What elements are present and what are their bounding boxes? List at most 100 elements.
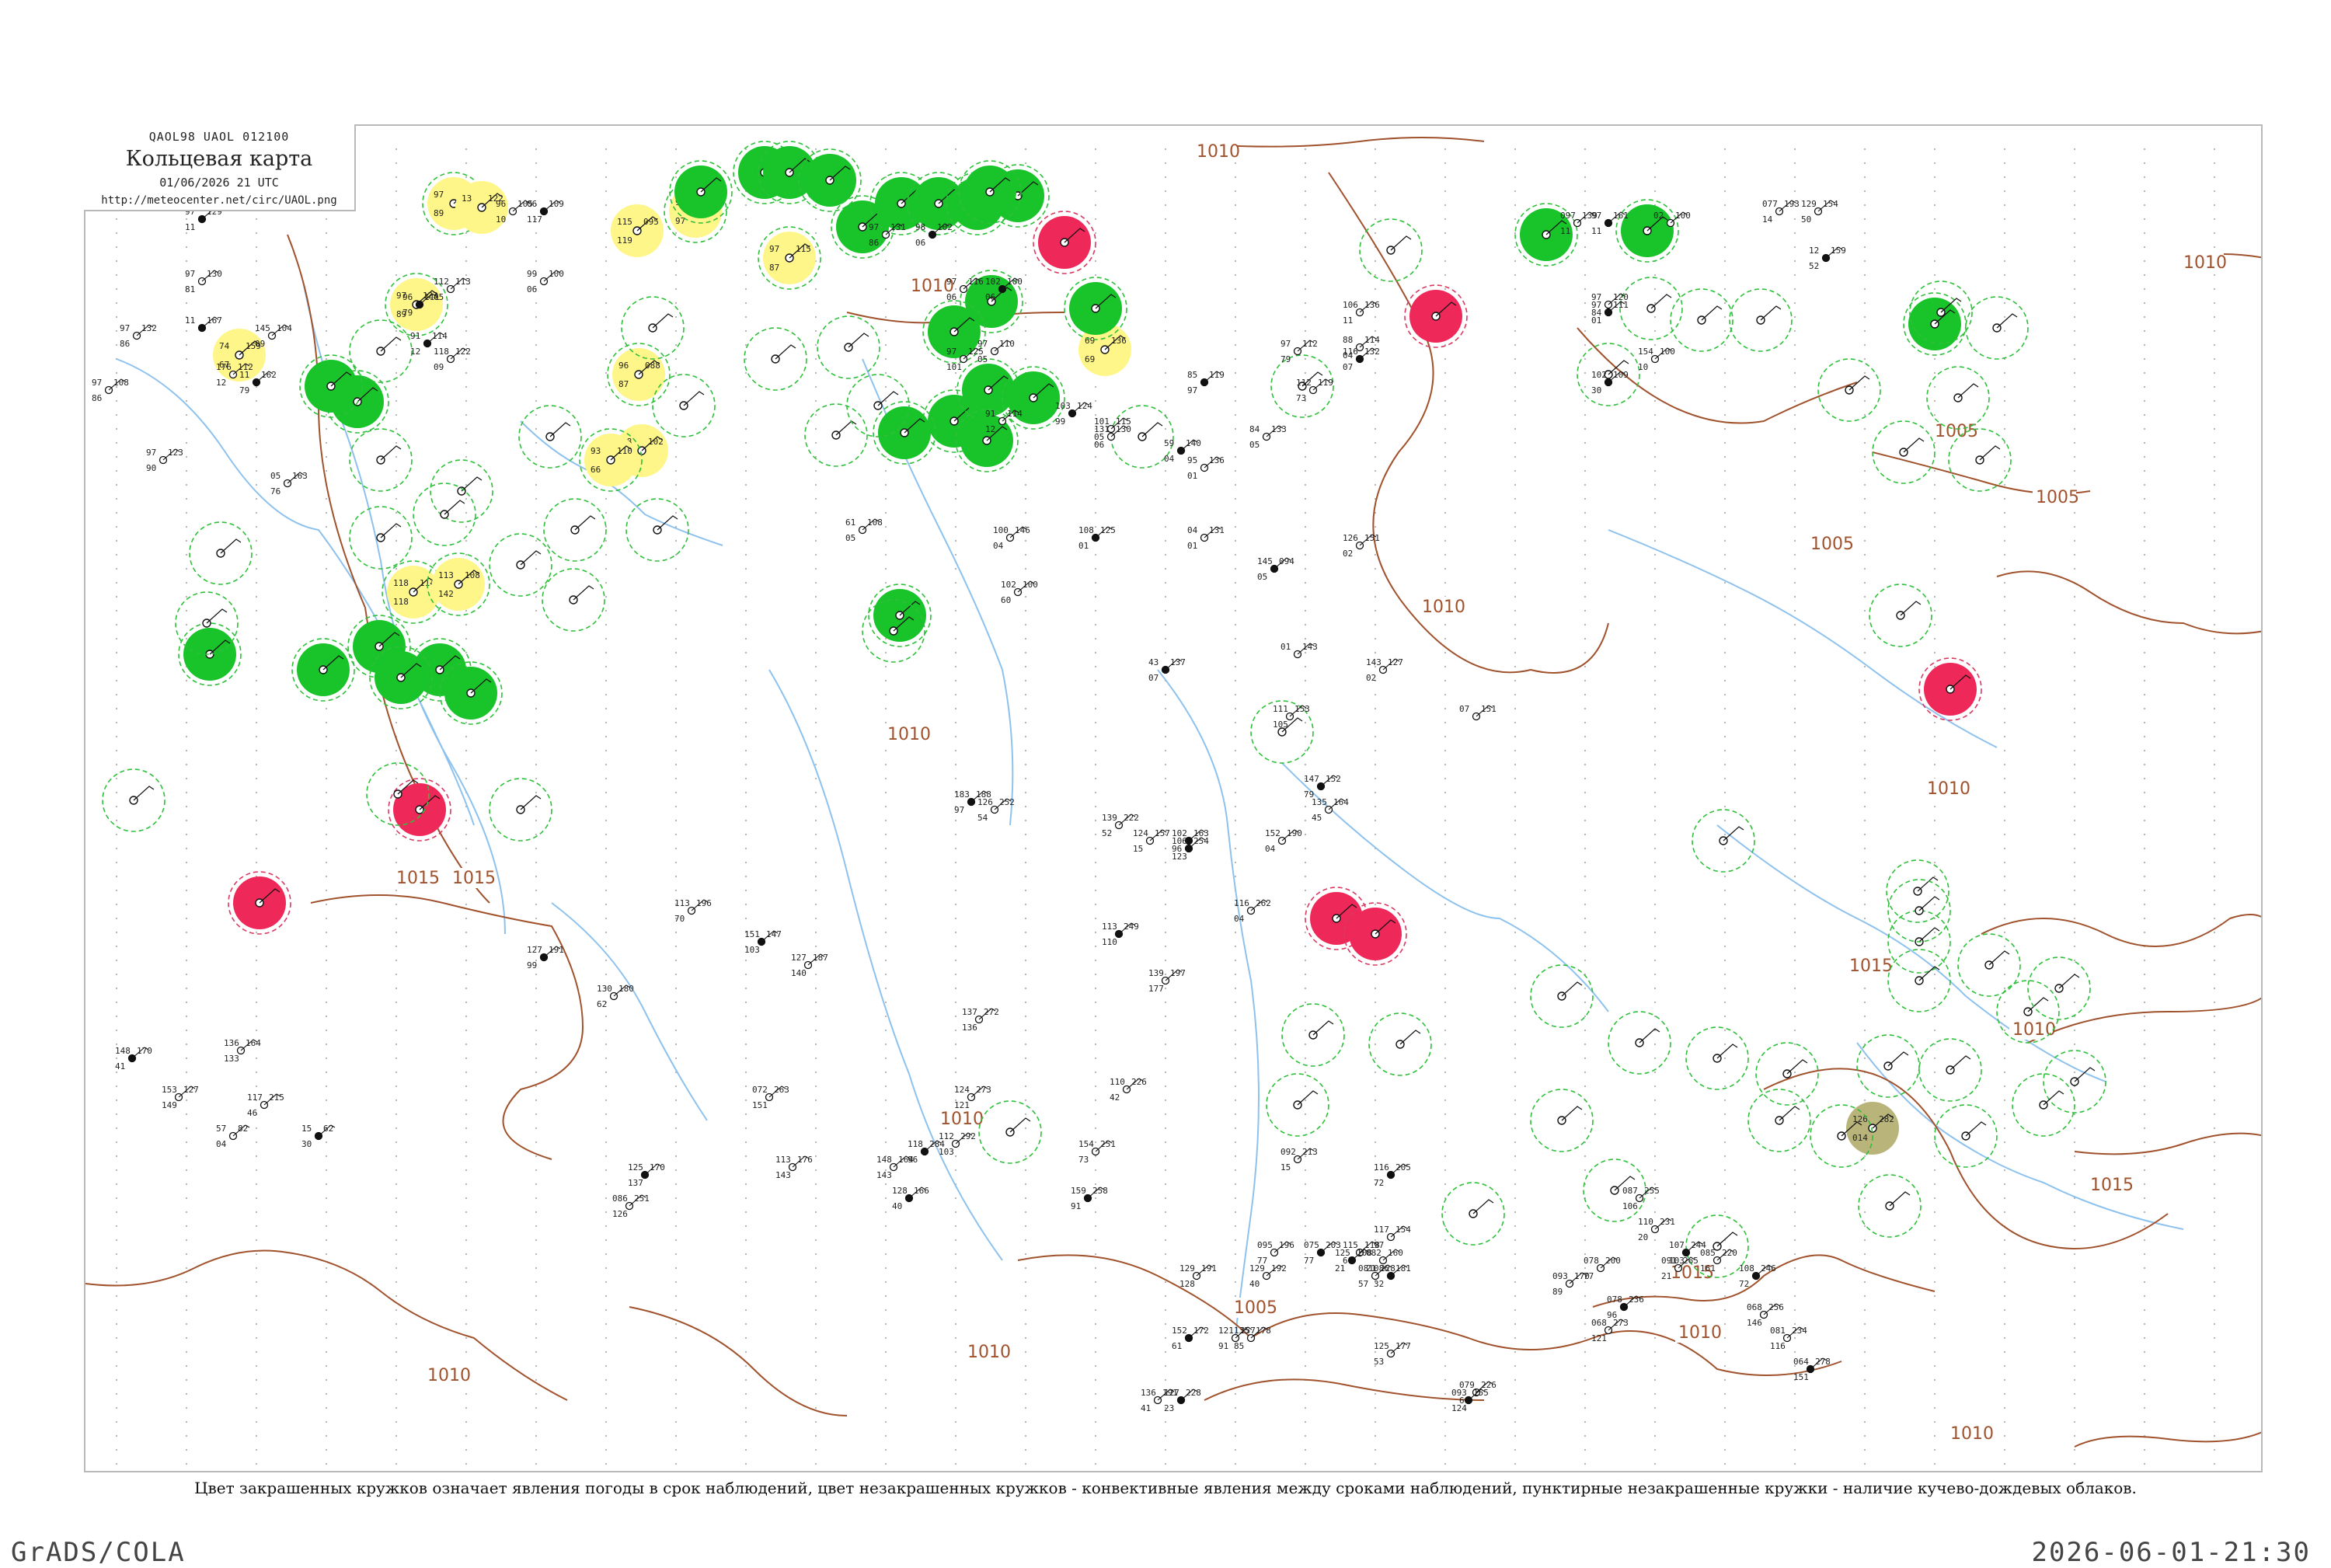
- station-model[interactable]: 249113110: [1102, 922, 1139, 947]
- station-model[interactable]: [1692, 809, 1755, 873]
- station-model[interactable]: 272137136: [962, 1007, 999, 1033]
- station-model[interactable]: [299, 354, 363, 418]
- station-model[interactable]: 18013062: [597, 984, 634, 1009]
- station-model[interactable]: 251086126: [612, 1193, 650, 1219]
- station-model[interactable]: [1856, 1034, 1920, 1098]
- station-model[interactable]: [1858, 1174, 1922, 1238]
- station-model[interactable]: 263072151: [752, 1085, 789, 1110]
- station-model[interactable]: [1918, 657, 1982, 721]
- station-model[interactable]: [978, 1100, 1042, 1164]
- station-model[interactable]: 1310401: [1187, 525, 1225, 551]
- station-model[interactable]: 1630576: [270, 471, 308, 497]
- station-model[interactable]: [873, 401, 936, 465]
- station-model[interactable]: 96 08887: [607, 343, 671, 406]
- station-model[interactable]: [388, 778, 451, 841]
- station-model[interactable]: [489, 533, 552, 597]
- station-model[interactable]: 10906117: [527, 199, 564, 225]
- station-model[interactable]: 20511672: [1374, 1162, 1411, 1188]
- station-model[interactable]: [1926, 366, 1990, 430]
- station-model[interactable]: 1198597: [1187, 370, 1225, 395]
- station-model[interactable]: 25212654: [977, 797, 1015, 823]
- station-model[interactable]: 1009906: [527, 269, 564, 294]
- station-model[interactable]: [1729, 288, 1793, 352]
- station-model[interactable]: [349, 319, 413, 383]
- station-model[interactable]: 1369501: [1187, 455, 1225, 481]
- station-model[interactable]: 164148143: [876, 1155, 914, 1180]
- station-model[interactable]: 1338405: [1249, 424, 1287, 450]
- station-model[interactable]: 10015410: [1638, 347, 1675, 372]
- station-model[interactable]: 16711: [185, 315, 222, 333]
- station-model[interactable]: 21511746: [247, 1092, 284, 1118]
- station-model[interactable]: 197139177: [1148, 968, 1186, 994]
- station-model[interactable]: [669, 160, 733, 224]
- station-model[interactable]: [1368, 1012, 1432, 1076]
- station-model[interactable]: [102, 768, 166, 832]
- station-model[interactable]: 1374307: [1148, 657, 1186, 683]
- station-model[interactable]: [817, 315, 880, 379]
- station-model[interactable]: 97 11587: [758, 226, 821, 290]
- station-model[interactable]: [1872, 420, 1936, 484]
- station-model[interactable]: [2043, 1050, 2106, 1113]
- station-model[interactable]: [1918, 1038, 1982, 1102]
- station-model[interactable]: 25815991: [1071, 1186, 1108, 1211]
- station-model[interactable]: [1404, 284, 1468, 348]
- station-model[interactable]: 19609577: [1257, 1240, 1294, 1266]
- station-model[interactable]: 19307714: [1762, 199, 1800, 225]
- station-model[interactable]: [1685, 1026, 1749, 1090]
- station-model[interactable]: [1033, 211, 1096, 274]
- station-model[interactable]: 1591252: [1809, 246, 1846, 271]
- station-model[interactable]: 220085161: [1700, 1248, 1737, 1274]
- station-model[interactable]: 1129779: [1280, 339, 1318, 364]
- station-model[interactable]: 16612840: [892, 1186, 929, 1211]
- station-model[interactable]: [621, 296, 685, 360]
- station-model[interactable]: 825704: [216, 1124, 250, 1149]
- station-model[interactable]: 234081116: [1770, 1326, 1807, 1351]
- station-model[interactable]: 127153149: [162, 1085, 199, 1110]
- station-model[interactable]: [542, 568, 605, 632]
- station-model[interactable]: [1530, 964, 1594, 1028]
- station-model[interactable]: [1934, 1104, 1998, 1168]
- station-model[interactable]: 1086105: [845, 517, 883, 543]
- station-model[interactable]: [1903, 292, 1967, 356]
- station-model[interactable]: [744, 327, 807, 391]
- station-model[interactable]: 256068146: [1747, 1302, 1784, 1328]
- station-model[interactable]: 22812723: [1164, 1388, 1201, 1413]
- station-model[interactable]: [489, 778, 552, 841]
- station-model[interactable]: [1266, 1073, 1329, 1137]
- station-model[interactable]: 09414505: [1257, 556, 1294, 582]
- source-url-link[interactable]: http://meteocenter.net/circ/UAOL.png: [84, 194, 354, 207]
- station-model[interactable]: 23111020: [1638, 1217, 1675, 1242]
- station-model[interactable]: [291, 638, 355, 702]
- station-model[interactable]: 278064151: [1793, 1357, 1831, 1382]
- station-model[interactable]: [868, 584, 932, 647]
- station-model[interactable]: 15107: [1459, 704, 1497, 721]
- station-model[interactable]: 12211809: [434, 347, 471, 372]
- station-model[interactable]: [1615, 199, 1679, 263]
- station-model[interactable]: 15214779: [1304, 774, 1341, 800]
- station-model[interactable]: 15712415: [1133, 828, 1170, 854]
- station-model[interactable]: 1089786: [92, 378, 129, 403]
- station-model[interactable]: [189, 521, 253, 585]
- station-model[interactable]: 26211604: [1234, 898, 1271, 924]
- station-model[interactable]: [1608, 1011, 1671, 1075]
- station-model[interactable]: [543, 498, 607, 562]
- station-model[interactable]: [1281, 1003, 1345, 1067]
- station-model[interactable]: 147151103: [744, 929, 782, 955]
- station-model[interactable]: 191129128: [1179, 1263, 1217, 1289]
- station-model[interactable]: 17712553: [1374, 1341, 1411, 1367]
- station-model[interactable]: 115 095119: [611, 204, 664, 257]
- station-model[interactable]: [178, 622, 242, 686]
- station-model[interactable]: [1965, 296, 2029, 360]
- station-model[interactable]: 170125137: [628, 1162, 665, 1188]
- station-model[interactable]: 14610004: [993, 525, 1030, 551]
- station-model[interactable]: 20007877: [1584, 1256, 1621, 1281]
- station-model[interactable]: 12714302: [1366, 657, 1403, 683]
- station-model[interactable]: [1747, 1089, 1811, 1152]
- station-model[interactable]: 13610611: [1343, 300, 1380, 326]
- station-model[interactable]: [430, 459, 493, 523]
- station-model[interactable]: 621530: [301, 1124, 336, 1149]
- station-model[interactable]: [1887, 949, 1951, 1012]
- station-model[interactable]: 273124121: [954, 1085, 991, 1110]
- station-model[interactable]: [413, 483, 476, 546]
- station-model[interactable]: 24610872: [1739, 1263, 1776, 1289]
